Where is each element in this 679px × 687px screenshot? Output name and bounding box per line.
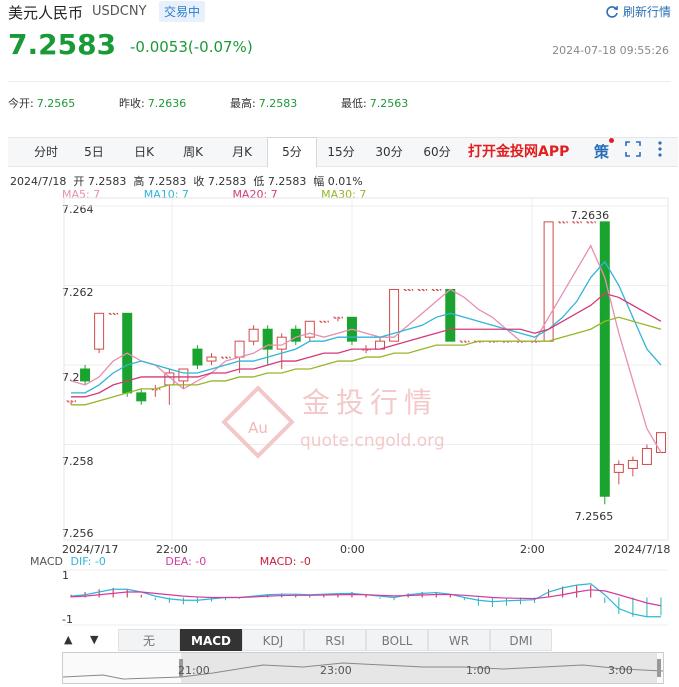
indicator-none[interactable]: 无 bbox=[118, 629, 180, 651]
indicator-wr[interactable]: WR bbox=[428, 629, 490, 651]
x-tick: 2024/7/18 bbox=[614, 543, 671, 556]
ma-line-ma10 bbox=[71, 260, 662, 394]
candle-body bbox=[417, 288, 428, 291]
watermark-text: 金投行情 bbox=[302, 386, 438, 419]
macd-y-bottom: -1 bbox=[62, 613, 73, 626]
candle-body bbox=[262, 328, 273, 350]
indicator-kdj[interactable]: KDJ bbox=[242, 629, 304, 651]
candle-body bbox=[80, 368, 91, 382]
candle-body bbox=[627, 459, 638, 469]
indicator-rsi[interactable]: RSI bbox=[304, 629, 366, 651]
macd-dea-line bbox=[70, 589, 662, 607]
macd-value: MACD: -0 bbox=[259, 555, 311, 568]
candle-body bbox=[459, 340, 470, 343]
candle-body bbox=[445, 288, 456, 342]
candle-body bbox=[431, 288, 442, 291]
navigator-sparkline bbox=[62, 653, 664, 683]
candle-body bbox=[136, 392, 147, 402]
indicator-tabs: 无 MACD KDJ RSI BOLL WR DMI bbox=[118, 629, 552, 651]
navigator-tick: 23:00 bbox=[320, 664, 352, 677]
indicator-dmi[interactable]: DMI bbox=[490, 629, 552, 651]
x-tick: 2:00 bbox=[520, 543, 545, 556]
watermark-badge: Au bbox=[248, 419, 268, 437]
candle-body bbox=[318, 320, 329, 323]
arrow-down-button[interactable]: ▼ bbox=[90, 633, 98, 646]
macd-legend: MACD DIF: -0 DEA: -0 MACD: -0 bbox=[30, 555, 311, 568]
macd-dif-line bbox=[70, 583, 661, 618]
indicator-boll[interactable]: BOLL bbox=[366, 629, 428, 651]
candle-body bbox=[108, 312, 119, 315]
candle-body bbox=[248, 328, 259, 342]
low-annotation: 7.2565 bbox=[575, 510, 614, 523]
navigator-tick: 1:00 bbox=[466, 664, 491, 677]
candle-body bbox=[206, 356, 217, 362]
candle-body bbox=[403, 288, 414, 291]
range-navigator[interactable] bbox=[62, 652, 664, 684]
candle-body bbox=[94, 312, 105, 350]
candle-body bbox=[178, 368, 189, 382]
arrow-up-button[interactable]: ▲ bbox=[64, 633, 72, 646]
high-annotation: 7.2636 bbox=[571, 209, 610, 222]
navigator-handle-right bbox=[657, 659, 661, 677]
candle-body bbox=[557, 221, 568, 224]
navigator-tick: 21:00 bbox=[178, 664, 210, 677]
candle-body bbox=[585, 221, 596, 224]
macd-dea: DEA: -0 bbox=[165, 555, 207, 568]
candle-body bbox=[599, 221, 610, 497]
candle-body bbox=[220, 356, 231, 359]
indicator-macd[interactable]: MACD bbox=[180, 629, 242, 651]
watermark: Au 金投行情 quote.cngold.org bbox=[221, 385, 445, 459]
macd-y-top: 1 bbox=[62, 569, 69, 582]
candle-body bbox=[655, 432, 666, 454]
candle-body bbox=[66, 400, 77, 403]
candle-body bbox=[571, 221, 582, 224]
macd-title: MACD bbox=[30, 555, 63, 568]
candle-body bbox=[641, 448, 652, 465]
candle-body bbox=[234, 340, 245, 358]
candle-body bbox=[332, 316, 343, 319]
candlestick-chart[interactable]: Au 金投行情 quote.cngold.org 7.2636 7.2565 bbox=[0, 0, 679, 684]
candle-body bbox=[304, 320, 315, 338]
navigator-tick: 3:00 bbox=[608, 664, 633, 677]
x-tick: 0:00 bbox=[340, 543, 365, 556]
plot-border bbox=[63, 197, 669, 541]
macd-dif: DIF: -0 bbox=[70, 555, 106, 568]
watermark-url: quote.cngold.org bbox=[300, 431, 445, 451]
candle-body bbox=[192, 348, 203, 366]
candle-body bbox=[613, 463, 624, 473]
